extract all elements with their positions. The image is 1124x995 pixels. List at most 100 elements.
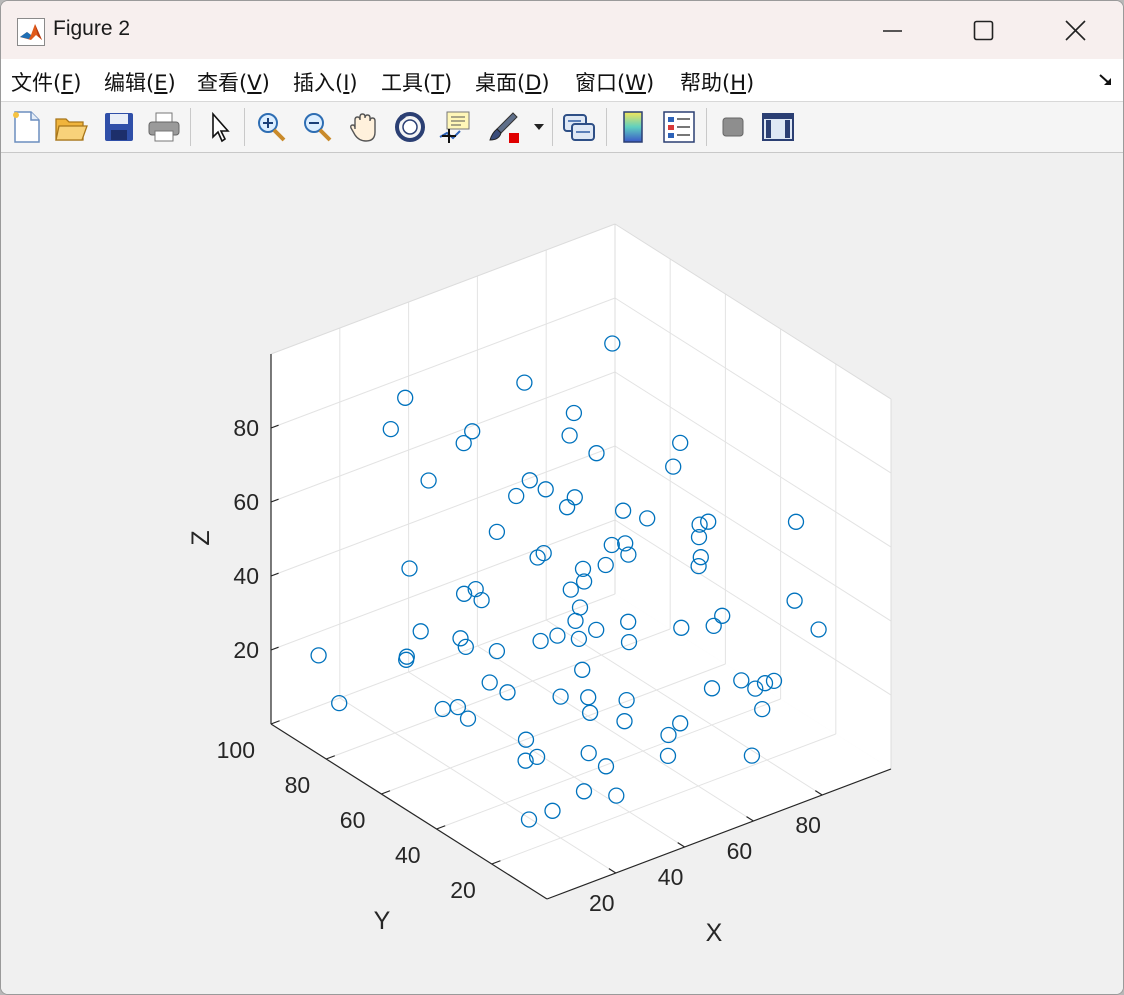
menu-label-tail: ) bbox=[645, 71, 655, 95]
zoom-in-icon bbox=[258, 113, 286, 142]
z-axis-label: Z bbox=[187, 530, 215, 545]
x-tick-label: 20 bbox=[589, 890, 615, 916]
menu-mnemonic: H bbox=[730, 71, 746, 95]
maximize-button[interactable] bbox=[961, 11, 1007, 51]
menu-mnemonic: V bbox=[247, 71, 262, 95]
link-plot-button[interactable] bbox=[561, 109, 597, 145]
brush-dropdown-button[interactable] bbox=[529, 109, 549, 145]
menu-label-tail: ) bbox=[73, 71, 82, 95]
menu-edit[interactable]: 编辑(E) bbox=[104, 67, 176, 97]
menu-label-tail: ) bbox=[746, 71, 755, 95]
open-file-icon bbox=[55, 118, 88, 141]
menu-help[interactable]: 帮助(H) bbox=[680, 67, 754, 97]
maximize-icon bbox=[973, 20, 994, 41]
menu-label-tail: ) bbox=[541, 71, 550, 95]
menu-label: 工具( bbox=[381, 71, 432, 95]
show-plot-tools-icon bbox=[762, 113, 794, 141]
y-tick-label: 60 bbox=[340, 807, 366, 833]
colorbar-button[interactable] bbox=[615, 109, 651, 145]
menu-mnemonic: D bbox=[525, 71, 542, 95]
menu-label: 文件( bbox=[11, 71, 62, 95]
figure-canvas[interactable]: 20 40 60 80 20 40 60 80 100 20 40 60 80 X Y Z bbox=[1, 153, 1123, 994]
colorbar-icon bbox=[623, 111, 643, 143]
menu-file[interactable]: 文件(F) bbox=[11, 67, 82, 97]
save-button[interactable] bbox=[101, 109, 137, 145]
dock-figure-icon[interactable] bbox=[1097, 71, 1115, 89]
toolbar-separator bbox=[606, 108, 607, 146]
menu-mnemonic: W bbox=[625, 71, 646, 95]
menu-tools[interactable]: 工具(T) bbox=[381, 67, 452, 97]
menu-label-tail: ) bbox=[444, 71, 453, 95]
menu-label: 插入( bbox=[293, 71, 344, 95]
brush-icon bbox=[489, 112, 519, 143]
menu-label: 查看( bbox=[197, 71, 248, 95]
hide-plot-tools-button[interactable] bbox=[715, 109, 751, 145]
data-tips-icon bbox=[439, 111, 470, 143]
menu-label-tail: ) bbox=[261, 71, 270, 95]
print-button[interactable] bbox=[146, 109, 182, 145]
link-plot-icon bbox=[563, 114, 595, 141]
menu-label: 帮助( bbox=[680, 71, 731, 95]
print-icon bbox=[148, 112, 180, 142]
pointer-icon bbox=[212, 111, 230, 143]
z-tick-label: 60 bbox=[233, 489, 259, 515]
x-tick-label: 60 bbox=[727, 838, 753, 864]
figure-toolbar bbox=[1, 102, 1123, 153]
3d-scatter-plot[interactable]: 20 40 60 80 20 40 60 80 100 20 40 60 80 X Y Z bbox=[1, 153, 1123, 994]
menu-label: 编辑( bbox=[104, 71, 155, 95]
toolbar-separator bbox=[706, 108, 707, 146]
menu-window[interactable]: 窗口(W) bbox=[575, 67, 654, 97]
data-tips-button[interactable] bbox=[437, 109, 473, 145]
y-axis-label: Y bbox=[374, 907, 391, 935]
y-tick-label: 20 bbox=[450, 877, 476, 903]
toolbar-separator bbox=[244, 108, 245, 146]
brush-dropdown-icon bbox=[534, 124, 544, 130]
legend-icon bbox=[663, 111, 695, 143]
rotate-3d-button[interactable] bbox=[392, 109, 428, 145]
menu-bar: 文件(F) 编辑(E) 查看(V) 插入(I) 工具(T) 桌面(D) 窗口(W… bbox=[1, 59, 1123, 102]
show-plot-tools-button[interactable] bbox=[760, 109, 796, 145]
y-tick-label: 40 bbox=[395, 842, 421, 868]
window-title: Figure 2 bbox=[53, 17, 131, 40]
menu-mnemonic: T bbox=[431, 71, 445, 95]
menu-view[interactable]: 查看(V) bbox=[197, 67, 270, 97]
rotate-3d-icon bbox=[395, 112, 425, 142]
menu-insert[interactable]: 插入(I) bbox=[293, 67, 358, 97]
z-tick-label: 80 bbox=[233, 415, 259, 441]
matlab-logo-icon bbox=[17, 18, 45, 46]
minimize-icon bbox=[883, 30, 902, 32]
z-tick-label: 20 bbox=[233, 637, 259, 663]
pan-button[interactable] bbox=[346, 109, 382, 145]
toolbar-separator bbox=[190, 108, 191, 146]
menu-label: 桌面( bbox=[475, 71, 526, 95]
z-tick-label: 40 bbox=[233, 563, 259, 589]
zoom-out-icon bbox=[304, 113, 332, 142]
new-figure-icon bbox=[13, 111, 40, 143]
close-icon bbox=[1065, 20, 1086, 41]
menu-mnemonic: F bbox=[61, 71, 74, 95]
close-button[interactable] bbox=[1053, 11, 1099, 51]
x-axis-label: X bbox=[706, 919, 723, 947]
minimize-button[interactable] bbox=[869, 11, 915, 51]
menu-desktop[interactable]: 桌面(D) bbox=[475, 67, 550, 97]
zoom-in-button[interactable] bbox=[253, 109, 289, 145]
menu-label: 窗口( bbox=[575, 71, 626, 95]
pan-hand-icon bbox=[350, 113, 376, 142]
brush-button[interactable] bbox=[485, 109, 521, 145]
menu-label-tail: ) bbox=[167, 71, 176, 95]
edit-plot-button[interactable] bbox=[201, 109, 237, 145]
new-figure-button[interactable] bbox=[9, 109, 45, 145]
title-bar[interactable]: Figure 2 bbox=[1, 1, 1123, 59]
toolbar-separator bbox=[552, 108, 553, 146]
open-file-button[interactable] bbox=[53, 109, 89, 145]
menu-label-tail: ) bbox=[349, 71, 358, 95]
legend-button[interactable] bbox=[661, 109, 697, 145]
y-tick-label: 100 bbox=[217, 737, 255, 763]
zoom-out-button[interactable] bbox=[299, 109, 335, 145]
figure-window: Figure 2 文件(F) 编辑(E) 查看(V) 插入(I) 工具(T) 桌… bbox=[0, 0, 1124, 995]
y-tick-label: 80 bbox=[285, 772, 311, 798]
menu-mnemonic: E bbox=[154, 71, 168, 95]
x-tick-label: 40 bbox=[658, 864, 684, 890]
x-tick-label: 80 bbox=[795, 812, 821, 838]
save-icon bbox=[105, 113, 133, 141]
